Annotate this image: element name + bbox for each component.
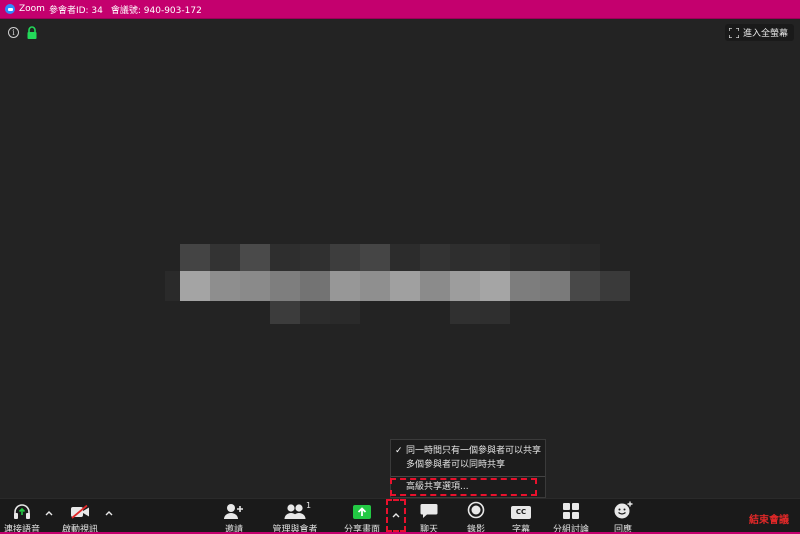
breakout-rooms-button[interactable]: 分組討論 bbox=[551, 499, 591, 534]
menu-item-label: 多個參與者可以同時共享 bbox=[406, 460, 506, 470]
share-screen-button[interactable]: 分享畫面 bbox=[342, 499, 382, 534]
highlight-advanced-share-callout bbox=[390, 478, 537, 496]
join-audio-button[interactable]: 連接語音 bbox=[3, 499, 41, 534]
video-area bbox=[0, 46, 800, 498]
enter-fullscreen-button[interactable]: 進入全螢幕 bbox=[724, 24, 794, 41]
menu-item-single-share[interactable]: ✓ 同一時間只有一個參與者可以共享 bbox=[391, 444, 545, 458]
participants-button[interactable]: 管理與會者 bbox=[270, 499, 320, 534]
window-title-bar: Zoom 參會者ID: 34 會議號: 940-903-172 bbox=[0, 0, 800, 19]
meeting-id: 會議號: 940-903-172 bbox=[110, 5, 202, 16]
record-icon bbox=[467, 501, 485, 519]
participants-icon bbox=[284, 504, 306, 519]
cc-icon: CC bbox=[511, 506, 531, 519]
share-screen-icon bbox=[353, 505, 371, 519]
start-video-button[interactable]: 啟動視訊 bbox=[60, 499, 100, 534]
closed-caption-button[interactable]: CC 字幕 bbox=[508, 499, 534, 534]
breakout-grid-icon bbox=[563, 503, 579, 519]
menu-item-label: 同一時間只有一個參與者可以共享 bbox=[406, 446, 542, 456]
meeting-info-icon[interactable]: i bbox=[8, 27, 19, 38]
check-icon: ✓ bbox=[395, 446, 403, 456]
zoom-logo-icon bbox=[5, 4, 15, 14]
fullscreen-label: 進入全螢幕 bbox=[742, 29, 788, 39]
add-person-icon bbox=[224, 504, 243, 519]
video-off-icon bbox=[71, 505, 89, 519]
menu-divider bbox=[391, 476, 545, 477]
app-title: Zoom bbox=[19, 4, 45, 14]
highlight-share-caret-callout bbox=[386, 499, 406, 532]
chat-button[interactable]: 聊天 bbox=[417, 499, 441, 534]
participant-id: 參會者ID: 34 bbox=[48, 5, 103, 16]
invite-button[interactable]: 邀請 bbox=[220, 499, 248, 534]
chat-bubble-icon bbox=[420, 504, 438, 518]
headphones-icon bbox=[14, 504, 30, 519]
menu-item-multi-share[interactable]: 多個參與者可以同時共享 bbox=[391, 458, 545, 472]
reactions-button[interactable]: 回應 bbox=[611, 499, 635, 534]
participants-count-badge: 1 bbox=[306, 501, 312, 510]
record-button[interactable]: 錄影 bbox=[464, 499, 488, 534]
video-options-chevron-up-icon[interactable] bbox=[103, 507, 115, 519]
end-meeting-button[interactable]: 結束會議 bbox=[749, 511, 789, 526]
encryption-lock-icon[interactable] bbox=[26, 26, 38, 39]
audio-options-chevron-up-icon[interactable] bbox=[43, 507, 55, 519]
smiley-plus-icon bbox=[614, 501, 633, 519]
fullscreen-icon bbox=[728, 27, 739, 38]
